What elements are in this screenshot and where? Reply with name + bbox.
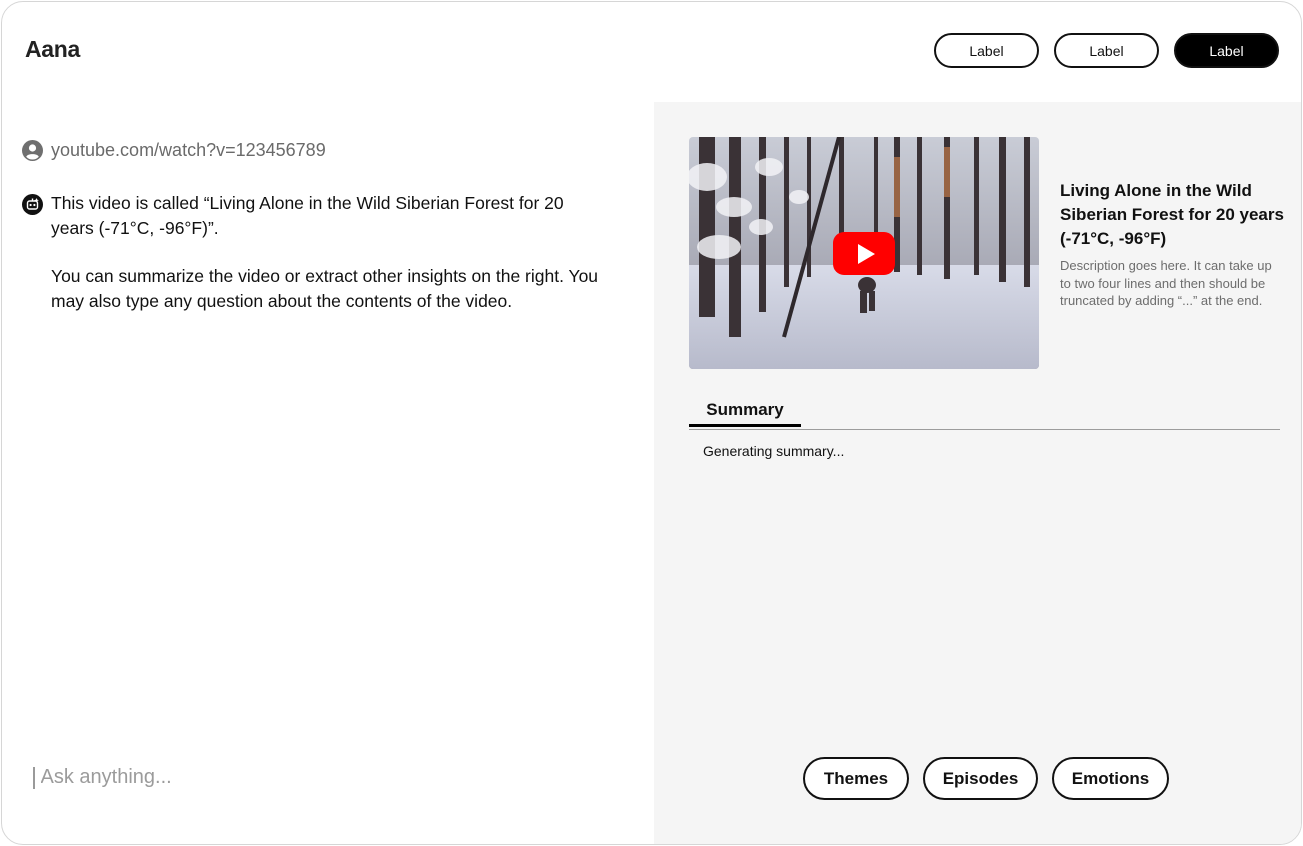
header-label-button-1[interactable]: Label: [934, 33, 1039, 68]
tab-summary[interactable]: Summary: [689, 398, 801, 427]
insight-tabs: Summary: [689, 398, 1280, 430]
video-insights-panel: Living Alone in the Wild Siberian Forest…: [654, 102, 1301, 844]
assistant-message: This video is called “Living Alone in th…: [22, 191, 611, 337]
app-title: Aana: [25, 36, 81, 62]
assistant-paragraph-1: This video is called “Living Alone in th…: [51, 193, 564, 238]
user-message: youtube.com/watch?v=123456789: [22, 139, 326, 161]
emotions-chip[interactable]: Emotions: [1052, 757, 1169, 800]
video-url-text: youtube.com/watch?v=123456789: [51, 140, 326, 160]
app-window: Aana Label Label Label youtube.com/watch…: [1, 1, 1302, 845]
themes-chip[interactable]: Themes: [803, 757, 909, 800]
header-label-button-2[interactable]: Label: [1054, 33, 1159, 68]
assistant-message-text: This video is called “Living Alone in th…: [51, 191, 611, 337]
summary-status-text: Generating summary...: [703, 443, 845, 459]
ask-input-container: [33, 766, 541, 789]
video-description: Description goes here. It can take up to…: [1060, 258, 1272, 308]
assistant-paragraph-2: You can summarize the video or extract o…: [51, 266, 599, 311]
video-title: Living Alone in the Wild Siberian Forest…: [1060, 181, 1284, 248]
header-actions: Label Label Label: [934, 33, 1279, 68]
header-label-button-3[interactable]: Label: [1174, 33, 1279, 68]
insight-chips: Themes Episodes Emotions: [803, 757, 1169, 800]
bot-avatar-icon: [22, 194, 43, 215]
text-caret: [33, 766, 35, 789]
youtube-play-icon[interactable]: [833, 232, 895, 275]
episodes-chip[interactable]: Episodes: [923, 757, 1038, 800]
ask-input[interactable]: [40, 766, 541, 789]
user-avatar-icon: [22, 140, 43, 161]
video-thumbnail[interactable]: [689, 137, 1039, 369]
